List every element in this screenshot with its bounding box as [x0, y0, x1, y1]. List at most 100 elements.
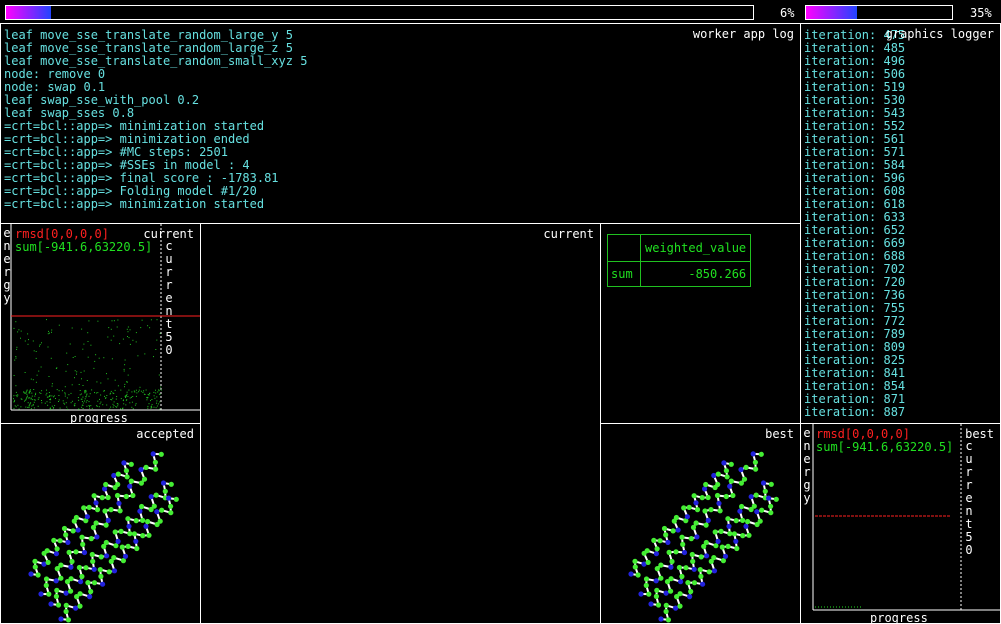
energy-point	[26, 397, 28, 399]
energy-point	[78, 399, 80, 401]
energy-point	[21, 398, 23, 400]
carbon-atom	[658, 562, 664, 568]
energy-point	[91, 389, 93, 391]
energy-point	[41, 390, 43, 392]
energy-point	[90, 344, 92, 346]
carbon-atom	[773, 496, 779, 502]
energy-point	[145, 389, 147, 391]
energy-point	[69, 343, 71, 345]
energy-point	[127, 374, 129, 376]
energy-point	[33, 407, 35, 409]
nitrogen-atom	[65, 539, 71, 545]
energy-point	[41, 402, 43, 404]
energy-point	[88, 320, 90, 322]
energy-point	[83, 370, 85, 372]
current-model-view[interactable]: current	[200, 223, 601, 624]
carbon-atom	[143, 464, 149, 470]
graphics-logger-panel[interactable]: graphics logger iteration: 475 iteration:…	[800, 23, 1001, 424]
log-line: node: remove 0	[4, 67, 106, 81]
energy-point	[49, 401, 51, 403]
nitrogen-atom	[28, 571, 34, 577]
carbon-atom	[54, 546, 60, 552]
carbon-atom	[669, 558, 675, 565]
carbon-atom	[159, 507, 165, 513]
energy-point	[140, 390, 142, 392]
energy-point	[74, 403, 76, 405]
energy-point	[122, 338, 124, 340]
carbon-atom	[654, 546, 660, 552]
nitrogen-atom	[148, 494, 154, 500]
energy-point	[35, 392, 37, 394]
accepted-model-view[interactable]: accepted	[0, 423, 201, 624]
energy-point	[97, 320, 99, 322]
carbon-atom	[35, 572, 41, 578]
carbon-atom	[133, 518, 139, 524]
score-table-corner	[607, 234, 641, 262]
energy-point	[53, 395, 55, 397]
nitrogen-atom	[760, 480, 767, 486]
carbon-atom	[733, 518, 739, 524]
energy-point	[58, 390, 60, 392]
carbon-atom	[703, 522, 709, 528]
energy-point	[111, 399, 113, 401]
nitrogen-atom	[84, 514, 90, 520]
energy-point	[111, 358, 113, 360]
progress-bar-right	[805, 5, 953, 20]
energy-plot-current[interactable]: energy rmsd[0,0,0,0] sum[-941.6,63220.5]…	[0, 223, 201, 424]
carbon-atom	[679, 534, 685, 540]
carbon-atom	[668, 588, 674, 594]
energy-point	[88, 405, 90, 406]
energy-point	[140, 327, 142, 329]
axis-char: y	[3, 291, 11, 305]
energy-point	[39, 345, 40, 347]
energy-point	[58, 401, 59, 402]
energy-point	[156, 319, 158, 321]
worker-log-panel[interactable]: worker app log leaf move_sse_translate_r…	[0, 23, 801, 224]
energy-point	[37, 405, 39, 407]
carbon-atom	[651, 537, 657, 543]
energy-point	[85, 396, 87, 398]
carbon-atom	[131, 531, 137, 537]
carbon-atom	[139, 503, 145, 510]
carbon-atom	[690, 524, 697, 530]
energy-point	[142, 391, 144, 393]
carbon-atom	[725, 543, 731, 549]
energy-point	[17, 331, 19, 333]
carbon-atom	[653, 593, 659, 599]
energy-point	[158, 389, 160, 391]
carbon-atom	[690, 558, 696, 564]
score-table-panel: weighted_value sum -850.266	[600, 223, 801, 424]
current-axis-label: current50	[964, 440, 974, 557]
nitrogen-atom	[38, 591, 44, 597]
energy-plot-best[interactable]: energy rmsd[0,0,0,0] sum[-941.6,63220.5]…	[800, 423, 1001, 624]
energy-point	[25, 398, 27, 400]
best-model-view[interactable]: best	[600, 423, 801, 624]
energy-point	[70, 392, 72, 394]
carbon-atom	[111, 555, 117, 561]
energy-point	[123, 403, 125, 405]
energy-point	[16, 346, 18, 348]
legend-rmsd: rmsd[0,0,0,0]	[15, 227, 109, 241]
energy-point	[15, 391, 17, 393]
carbon-atom	[153, 492, 159, 498]
best-molecule-svg	[628, 451, 779, 623]
current-axis-label: current50	[164, 240, 174, 357]
energy-point	[117, 385, 119, 387]
graphics-logger-title: graphics logger	[885, 27, 994, 41]
carbon-atom	[157, 518, 163, 524]
energy-point	[114, 389, 116, 391]
energy-point	[15, 406, 17, 408]
energy-point	[35, 381, 37, 383]
carbon-atom	[86, 504, 92, 510]
energy-point	[107, 378, 109, 380]
energy-point	[36, 374, 38, 376]
energy-point	[153, 391, 155, 393]
nitrogen-atom	[705, 517, 711, 523]
nitrogen-atom	[684, 514, 690, 520]
carbon-atom	[746, 532, 752, 538]
energy-point	[106, 395, 108, 396]
energy-point	[115, 398, 117, 400]
progress-bar-right-fill	[806, 6, 858, 19]
energy-point	[87, 332, 89, 334]
energy-point	[47, 396, 49, 398]
